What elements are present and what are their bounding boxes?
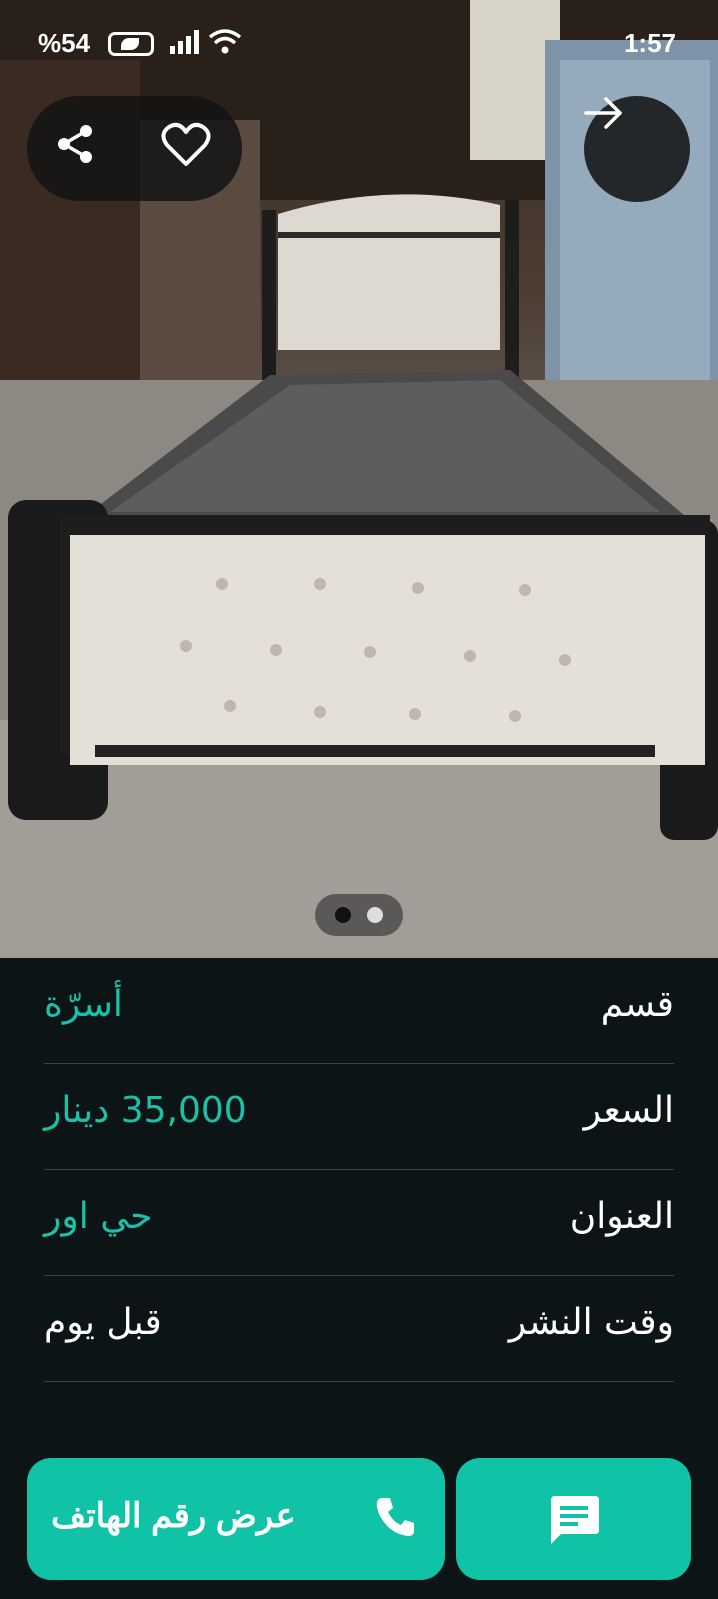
status-bar: %54 1:57 [0,0,718,88]
detail-label: العنوان [569,1196,674,1237]
detail-value: قبل يوم [44,1302,162,1343]
action-pill [27,96,242,201]
heart-icon [161,122,211,166]
detail-value: 35,000 دينار [44,1090,247,1131]
share-icon [58,125,92,163]
clock: 1:57 [623,28,676,58]
wifi-icon [208,29,242,54]
back-button[interactable] [584,96,690,202]
show-phone-label: عرض رقم الهاتف [51,1497,296,1535]
carousel-dot-2[interactable] [367,907,383,923]
detail-row-posted-time: وقت النشر قبل يوم [44,1276,674,1382]
detail-row-price: السعر 35,000 دينار [44,1064,674,1170]
arrow-right-icon [584,97,622,129]
listing-photo[interactable]: %54 1:57 [0,0,718,958]
phone-icon [376,1498,414,1536]
show-phone-button[interactable]: عرض رقم الهاتف [27,1458,445,1580]
detail-row-address: العنوان حي اور [44,1170,674,1276]
signal-icon [170,30,199,54]
detail-label: السعر [583,1090,674,1131]
detail-value: أسرّة [44,984,123,1025]
chat-button[interactable] [456,1458,691,1580]
carousel-indicator [315,894,403,936]
battery-saver-icon [108,32,154,56]
favorite-button[interactable] [161,122,215,176]
share-button[interactable] [53,122,107,176]
battery-percentage: %54 [38,28,91,58]
detail-row-category: قسم أسرّة [44,958,674,1064]
chat-icon [550,1496,599,1544]
detail-value: حي اور [44,1196,153,1237]
detail-label: وقت النشر [508,1302,674,1343]
detail-label: قسم [600,984,674,1025]
carousel-dot-1[interactable] [335,907,351,923]
